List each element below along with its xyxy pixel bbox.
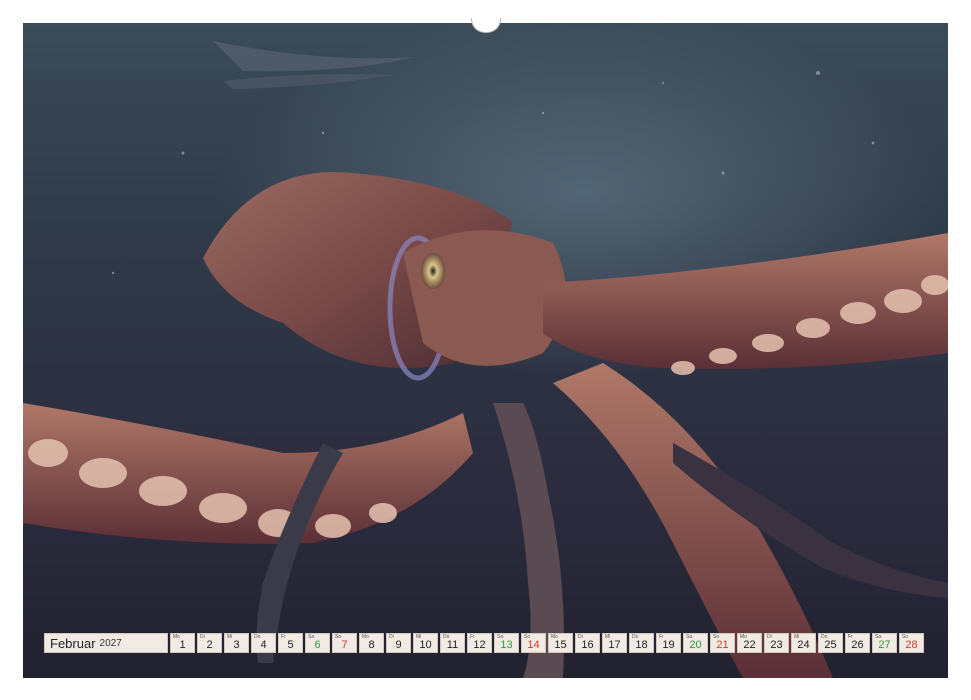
- day-number: 13: [500, 639, 513, 651]
- day-cell: Mo 8: [359, 633, 384, 653]
- day-cell: Fr 26: [845, 633, 870, 653]
- day-cell: Fr 12: [467, 633, 492, 653]
- day-number: 25: [824, 639, 837, 651]
- day-number: 26: [851, 639, 864, 651]
- calendar-strip: Februar 2027 Mo 1 Di 2 Mi 3 Do 4 Fr 5 Sa 6 So 7 Mo 8 Di 9…: [44, 633, 924, 653]
- month-name: Februar: [50, 635, 96, 651]
- day-number: 10: [419, 639, 432, 651]
- day-cell: Mo 15: [548, 633, 573, 653]
- day-number: 8: [368, 639, 375, 651]
- day-number: 16: [581, 639, 594, 651]
- day-cell: Di 23: [764, 633, 789, 653]
- day-cell: Do 4: [251, 633, 276, 653]
- day-number: 4: [260, 639, 267, 651]
- year-label: 2027: [99, 637, 122, 649]
- day-cell: Mi 17: [602, 633, 627, 653]
- octopus-illustration: [23, 41, 948, 678]
- day-number: 21: [716, 639, 729, 651]
- day-number: 17: [608, 639, 621, 651]
- day-number: 7: [341, 639, 348, 651]
- day-number: 5: [287, 639, 294, 651]
- day-number: 24: [797, 639, 810, 651]
- month-label: Februar 2027: [44, 633, 168, 653]
- day-number: 15: [554, 639, 567, 651]
- day-number: 19: [662, 639, 675, 651]
- day-cell: Mo 22: [737, 633, 762, 653]
- day-cell: Sa 6: [305, 633, 330, 653]
- day-cell: So 28: [899, 633, 924, 653]
- day-number: 11: [446, 639, 459, 651]
- day-cell: Di 2: [197, 633, 222, 653]
- day-number: 18: [635, 639, 648, 651]
- day-cell: Fr 5: [278, 633, 303, 653]
- day-number: 28: [905, 639, 918, 651]
- day-cell: Fr 19: [656, 633, 681, 653]
- day-cell: Mi 24: [791, 633, 816, 653]
- day-cell: Mi 3: [224, 633, 249, 653]
- day-cell: Sa 13: [494, 633, 519, 653]
- day-cell: So 14: [521, 633, 546, 653]
- day-number: 3: [233, 639, 240, 651]
- day-number: 14: [527, 639, 540, 651]
- day-cell: Mo 1: [170, 633, 195, 653]
- day-cell: Do 11: [440, 633, 465, 653]
- day-number: 2: [206, 639, 213, 651]
- day-number: 27: [878, 639, 891, 651]
- day-number: 23: [770, 639, 783, 651]
- day-cell: So 21: [710, 633, 735, 653]
- day-cell: So 7: [332, 633, 357, 653]
- day-cell: Sa 27: [872, 633, 897, 653]
- day-cell: Di 9: [386, 633, 411, 653]
- day-number: 20: [689, 639, 702, 651]
- day-cell: Sa 20: [683, 633, 708, 653]
- day-number: 12: [473, 639, 486, 651]
- octopus-underwater-photo: [23, 23, 948, 678]
- day-cell: Do 25: [818, 633, 843, 653]
- day-cell: Mi 10: [413, 633, 438, 653]
- day-number: 9: [395, 639, 402, 651]
- day-number: 6: [314, 639, 321, 651]
- day-number: 1: [179, 639, 186, 651]
- day-cell: Do 18: [629, 633, 654, 653]
- day-cell: Di 16: [575, 633, 600, 653]
- day-number: 22: [743, 639, 756, 651]
